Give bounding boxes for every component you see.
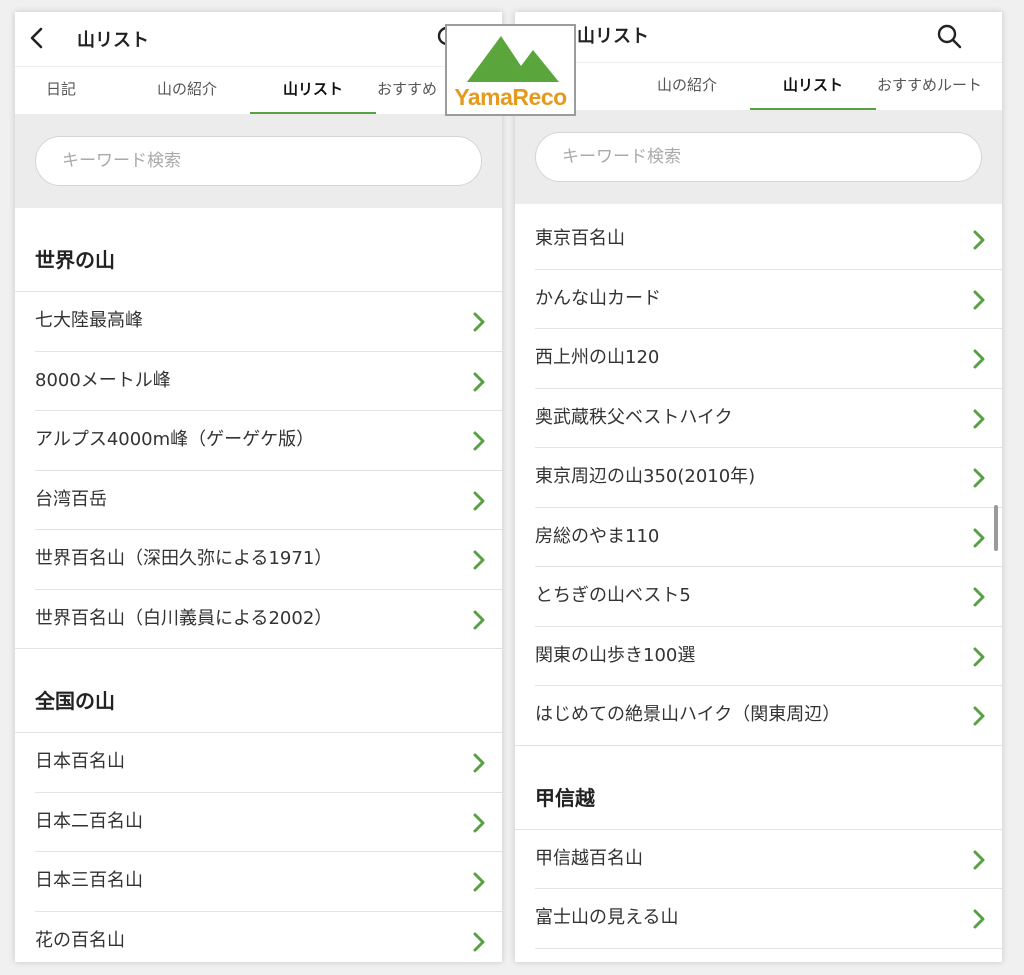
chevron-right-icon — [973, 850, 985, 869]
list-item[interactable]: 東京周辺の山350(2010年) — [535, 448, 1002, 508]
section-heading: 世界の山 — [15, 208, 502, 292]
top-bar: 山リスト — [15, 12, 502, 66]
chevron-right-icon — [973, 290, 985, 309]
chevron-right-icon — [973, 349, 985, 369]
chevron-right-icon — [473, 372, 485, 391]
mountain-list: 東京百名山 かんな山カード 西上州の山120 奥武蔵秩父ベストハイク 東京周辺の… — [515, 204, 1002, 962]
mountain-list: 世界の山 七大陸最高峰 8000メートル峰 アルプス4000m峰（ゲーゲケ版） … — [15, 208, 502, 962]
top-bar: 山リスト — [515, 12, 1002, 66]
chevron-right-icon — [473, 753, 485, 773]
list-item[interactable]: 関東の山歩き100選 — [535, 627, 1002, 686]
tab-bar: 日記 山の紹介 山リスト おすすめ — [15, 66, 502, 115]
keyword-search-input[interactable]: キーワード検索 — [535, 132, 982, 182]
page-title: 山リスト — [77, 30, 149, 51]
tab-recommended-route[interactable]: おすすめルート — [877, 63, 1002, 111]
search-icon[interactable] — [935, 22, 963, 50]
list-item[interactable]: 世界百名山（白川義員による2002） — [15, 590, 502, 649]
chevron-right-icon — [473, 431, 485, 451]
section-heading: 全国の山 — [15, 649, 502, 733]
chevron-right-icon — [973, 909, 985, 929]
chevron-right-icon — [973, 647, 985, 666]
page-title: 山リスト — [577, 26, 649, 47]
list-item[interactable]: 七大陸最高峰 — [35, 292, 502, 352]
list-item[interactable]: とちぎの山ベスト5 — [535, 567, 1002, 627]
logo-text: YamaReco — [454, 84, 567, 110]
list-item[interactable]: 甲信越百名山 — [535, 830, 1002, 889]
list-item[interactable]: 花の百名山 — [35, 912, 502, 963]
section-heading: 甲信越 — [515, 746, 1002, 830]
list-item[interactable]: 日本二百名山 — [35, 793, 502, 852]
list-item[interactable]: アルプス4000m峰（ゲーゲケ版） — [35, 411, 502, 471]
chevron-right-icon — [973, 409, 985, 428]
list-item[interactable]: 奥武蔵秩父ベストハイク — [535, 389, 1002, 448]
list-item[interactable]: 日本百名山 — [35, 733, 502, 793]
list-item[interactable]: 台湾百岳 — [35, 471, 502, 530]
chevron-right-icon — [973, 528, 985, 547]
right-screen: 山リスト 山の紹介 山リスト おすすめルート キーワード検索 東京百名山 かんな… — [515, 12, 1002, 962]
tab-diary[interactable]: 日記 — [15, 67, 107, 115]
back-chevron-icon[interactable] — [25, 26, 49, 50]
tab-mountain-intro[interactable]: 山の紹介 — [630, 63, 744, 111]
chevron-right-icon — [973, 230, 985, 250]
left-screen: 山リスト 日記 山の紹介 山リスト おすすめ キーワード検索 世界の山 七大陸最… — [15, 12, 502, 962]
tab-bar: 山の紹介 山リスト おすすめルート — [515, 62, 1002, 111]
chevron-right-icon — [473, 610, 485, 629]
chevron-right-icon — [473, 550, 485, 570]
list-item[interactable]: 東京百名山 — [535, 210, 1002, 270]
tab-mountain-list[interactable]: 山リスト — [250, 67, 376, 115]
yamareco-logo: YamaReco — [445, 24, 576, 116]
chevron-right-icon — [973, 706, 985, 726]
list-item[interactable]: かんな山カード — [535, 270, 1002, 329]
keyword-search-input[interactable]: キーワード検索 — [35, 136, 482, 186]
chevron-right-icon — [973, 587, 985, 607]
tab-mountain-intro[interactable]: 山の紹介 — [130, 67, 244, 115]
tab-mountain-list[interactable]: 山リスト — [750, 63, 876, 111]
list-item[interactable]: 富士山の見える山 — [535, 889, 1002, 949]
mountain-logo-icon — [467, 36, 559, 82]
list-item[interactable]: 房総のやま110 — [535, 508, 1002, 567]
list-item[interactable]: 世界百名山（深田久弥による1971） — [35, 530, 502, 590]
search-area: キーワード検索 — [15, 114, 502, 208]
search-area: キーワード検索 — [515, 110, 1002, 204]
chevron-right-icon — [473, 491, 485, 510]
list-item[interactable]: はじめての絶景山ハイク（関東周辺） — [515, 686, 1002, 746]
scrollbar[interactable] — [994, 505, 998, 551]
chevron-right-icon — [473, 872, 485, 892]
list-item[interactable]: 西上州の山120 — [535, 329, 1002, 389]
chevron-right-icon — [473, 813, 485, 832]
list-item[interactable]: 日本三百名山 — [35, 852, 502, 912]
chevron-right-icon — [473, 932, 485, 951]
list-item[interactable]: 8000メートル峰 — [35, 352, 502, 411]
chevron-right-icon — [973, 468, 985, 488]
chevron-right-icon — [473, 312, 485, 332]
